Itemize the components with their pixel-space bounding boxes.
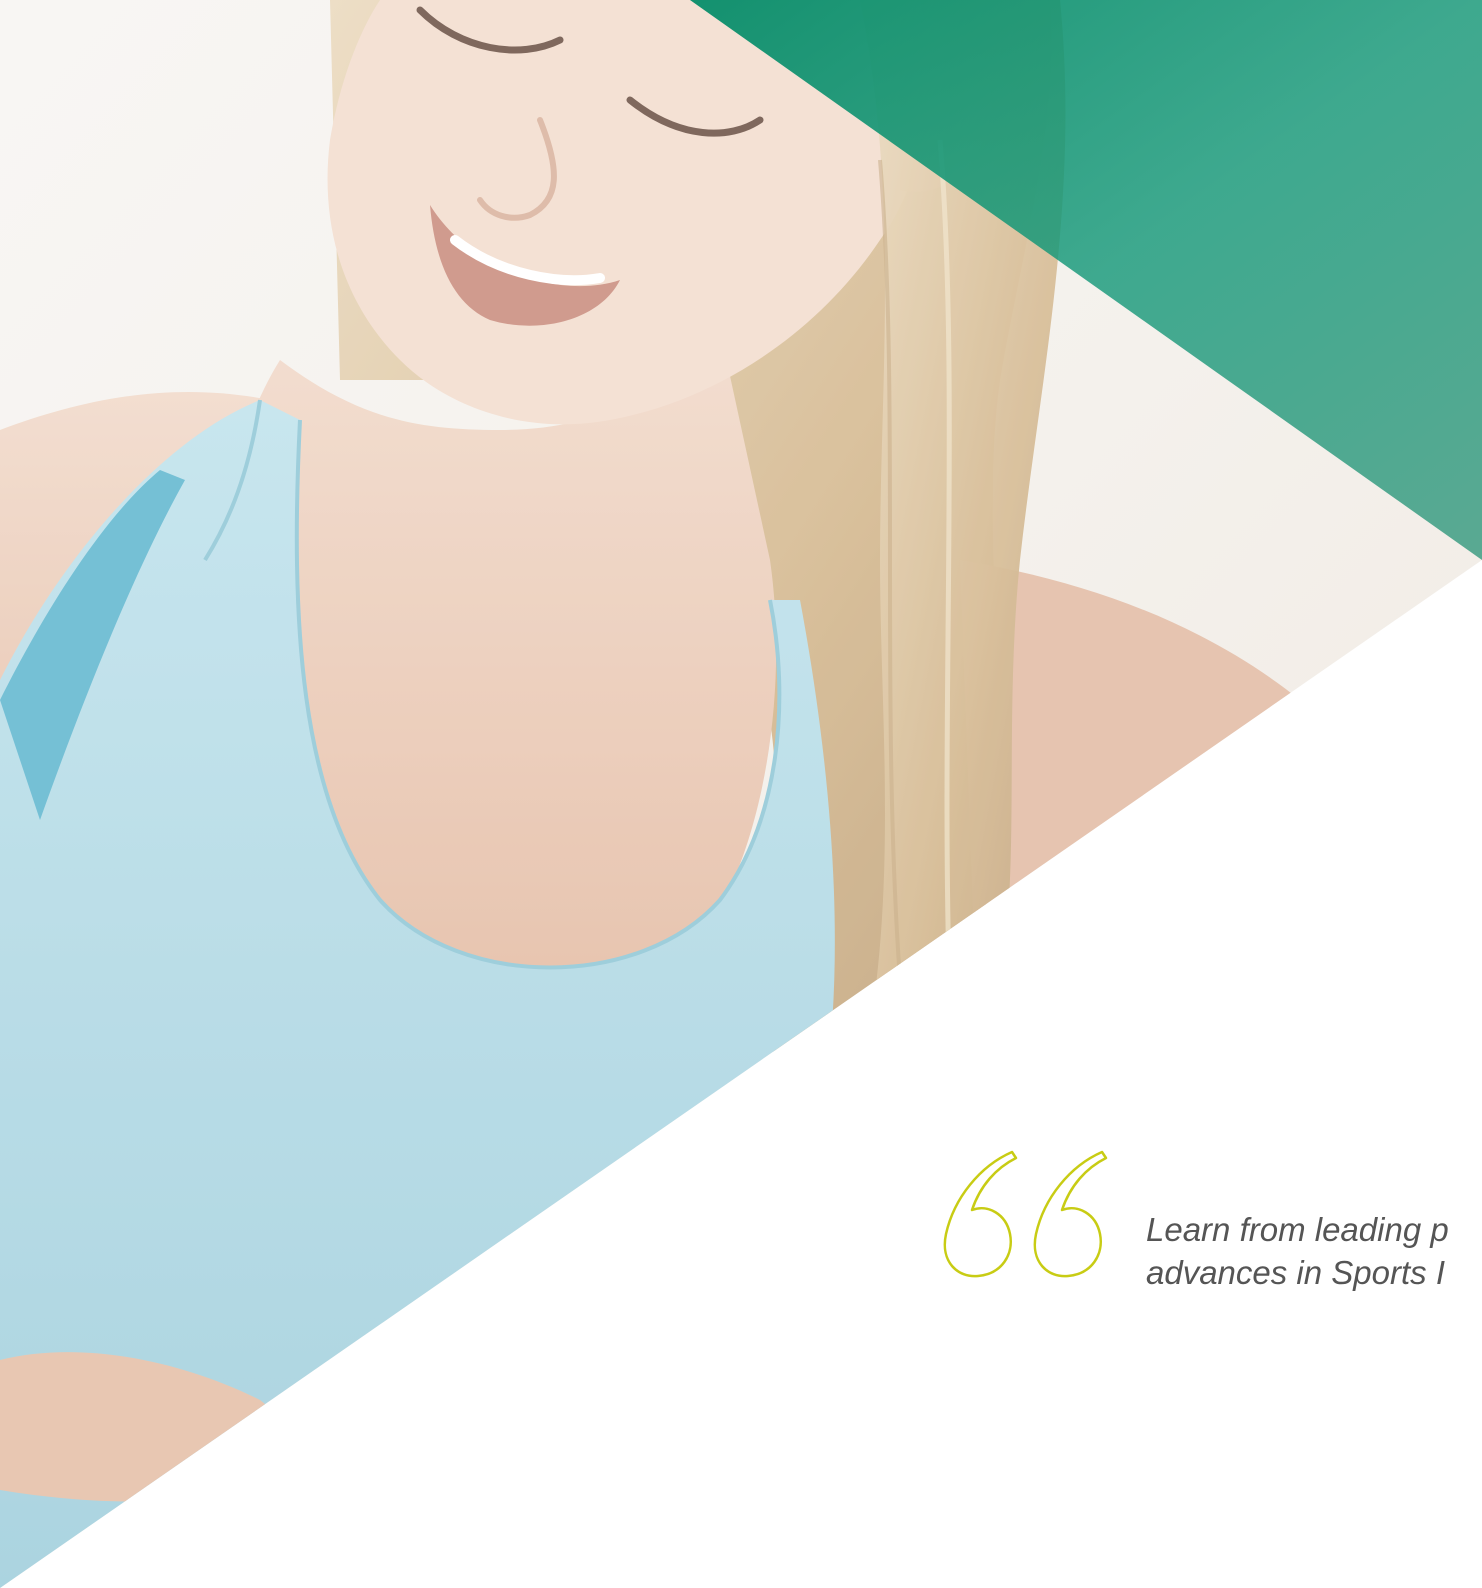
open-quote-icon xyxy=(943,1150,1108,1278)
quote-line-2: advances in Sports I xyxy=(1146,1254,1445,1291)
hero-image xyxy=(0,0,1482,1588)
testimonial-quote: Learn from leading p advances in Sports … xyxy=(940,1146,1482,1291)
quote-line-1: Learn from leading p xyxy=(1146,1211,1449,1248)
quote-text: Learn from leading p advances in Sports … xyxy=(1146,1208,1482,1294)
page: Learn from leading p advances in Sports … xyxy=(0,0,1482,1588)
